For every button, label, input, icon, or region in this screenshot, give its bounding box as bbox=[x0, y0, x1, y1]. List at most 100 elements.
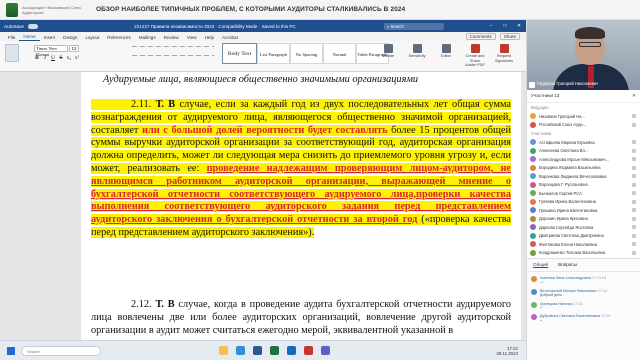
microphone-icon bbox=[383, 44, 393, 53]
chat-panel: Общий Вопросы Хмелева Нина Александровна… bbox=[527, 258, 640, 360]
microphone-muted-icon bbox=[632, 225, 636, 230]
presentation-banner: Ассоциация «Московский Союз Аудиторов» О… bbox=[0, 0, 640, 20]
participant-row[interactable]: Даркова Сергейда Ясатовна bbox=[529, 223, 638, 232]
paste-icon[interactable] bbox=[5, 44, 19, 62]
participant-row[interactable]: Александрова Мрсын Мяксымович... bbox=[529, 155, 638, 164]
autosave-label: AutoSave bbox=[4, 23, 24, 29]
avatar bbox=[530, 113, 536, 120]
style-body-text[interactable]: Body Text bbox=[222, 43, 257, 64]
participant-row[interactable]: Дмитриева Светлана Дмитриевна bbox=[529, 232, 638, 241]
windows-start-icon[interactable] bbox=[7, 346, 15, 355]
bold-button[interactable]: B bbox=[34, 55, 40, 61]
participant-row[interactable]: Алексеева Светлана Вл... bbox=[529, 147, 638, 156]
italic-button[interactable]: I bbox=[42, 55, 48, 61]
avatar bbox=[531, 301, 537, 308]
autosave-toggle[interactable] bbox=[27, 23, 38, 29]
request-signatures-button[interactable]: Request Signatures bbox=[494, 44, 514, 68]
camera-icon bbox=[632, 114, 636, 119]
tab-chat-questions[interactable]: Вопросы bbox=[558, 262, 577, 268]
microphone-muted-icon bbox=[632, 191, 636, 196]
close-icon[interactable]: ✕ bbox=[512, 23, 526, 29]
acrobat-icon[interactable] bbox=[304, 346, 313, 355]
style-list-paragraph[interactable]: List Paragraph bbox=[257, 43, 290, 64]
document-page[interactable]: Аудируемые лица, являющиеся общественно … bbox=[81, 72, 521, 352]
camera-icon bbox=[632, 122, 636, 127]
minimize-icon[interactable]: – bbox=[484, 23, 498, 29]
avatar bbox=[530, 181, 536, 188]
document-canvas[interactable]: Аудируемые лица, являющиеся общественно … bbox=[0, 72, 526, 352]
participant-row[interactable]: Гуляева Ирина Валентиновна bbox=[529, 198, 638, 207]
file-explorer-icon[interactable] bbox=[219, 346, 228, 355]
avatar bbox=[530, 164, 536, 171]
browser-icon[interactable] bbox=[236, 346, 245, 355]
taskbar-apps bbox=[219, 346, 330, 355]
avatar bbox=[530, 224, 536, 231]
taskbar-search[interactable]: Search bbox=[21, 345, 101, 356]
format-buttons: B I U S x₂ x² bbox=[34, 55, 80, 61]
participant-row[interactable]: Бычкалов Сергей РСА bbox=[529, 189, 638, 198]
microphone-muted-icon bbox=[632, 157, 636, 162]
teams-icon[interactable] bbox=[321, 346, 330, 355]
microphone-muted-icon bbox=[632, 148, 636, 153]
association-logo bbox=[6, 2, 18, 17]
microphone-icon bbox=[529, 82, 535, 88]
editor-icon bbox=[441, 44, 451, 53]
title-bar: AutoSave 221227 Правила независимости 20… bbox=[0, 20, 526, 32]
clock[interactable]: 17:22 28.11.2024 bbox=[496, 346, 518, 356]
microphone-muted-icon bbox=[632, 182, 636, 187]
avatar bbox=[530, 121, 536, 128]
avatar bbox=[530, 241, 536, 248]
superscript-button[interactable]: x² bbox=[74, 55, 80, 61]
banner-title: ОБЗОР НАИБОЛЕЕ ТИПИЧНЫХ ПРОБЛЕМ, С КОТОР… bbox=[96, 6, 406, 13]
tab-home[interactable]: Home bbox=[19, 34, 40, 41]
microphone-muted-icon bbox=[632, 242, 636, 247]
font-name-select[interactable]: Times New Roman bbox=[34, 45, 68, 57]
microphone-muted-icon bbox=[632, 233, 636, 238]
participant-row[interactable]: Российский Союз Ауди... bbox=[529, 121, 638, 130]
participant-row[interactable]: Желтикова Елена Николаевна bbox=[529, 240, 638, 249]
maximize-icon[interactable]: □ bbox=[498, 23, 512, 29]
comments-button[interactable]: Comments bbox=[465, 33, 496, 40]
underline-button[interactable]: U bbox=[50, 55, 56, 61]
participant-row[interactable]: Бородина Людмила Васильевна bbox=[529, 164, 638, 173]
taskbar: Search 17:22 28.11.2024 bbox=[0, 340, 526, 360]
participant-row[interactable]: Астафьева Марина Юрьевна bbox=[529, 138, 638, 147]
microphone-muted-icon bbox=[632, 165, 636, 170]
participant-row[interactable]: Доронин Ирина Крисовна bbox=[529, 215, 638, 224]
participant-row[interactable]: Воронцова Г. Руслановна bbox=[529, 181, 638, 190]
speaker-hair bbox=[575, 27, 605, 39]
document-title: 221227 Правила независимости 2024 · Comp… bbox=[134, 23, 296, 29]
participant-row[interactable]: Кондрашенко Татьяна Васильевна bbox=[529, 249, 638, 258]
style-normal[interactable]: Normal bbox=[323, 43, 356, 64]
banner-org-name: Ассоциация «Московский Союз Аудиторов» bbox=[22, 4, 81, 15]
chat-message: Кузнецова Наталья 17:16 + bbox=[527, 298, 640, 311]
avatar bbox=[530, 190, 536, 197]
close-panel-icon[interactable]: ✕ bbox=[632, 93, 636, 99]
participants-title: Участники bbox=[531, 93, 553, 98]
editor-button[interactable]: Editor bbox=[436, 44, 456, 68]
strikethrough-button[interactable]: S bbox=[58, 55, 64, 61]
excel-icon[interactable] bbox=[270, 346, 279, 355]
style-no-spacing[interactable]: No Spacing bbox=[290, 43, 323, 64]
sensitivity-button[interactable]: Sensitivity bbox=[407, 44, 427, 68]
speaker-name: Гордеров Григорий Николаевич bbox=[537, 81, 599, 86]
tab-chat-general[interactable]: Общий bbox=[533, 262, 549, 268]
avatar bbox=[531, 288, 537, 295]
paragraph-group[interactable] bbox=[132, 46, 214, 63]
participant-row[interactable]: Низовкин Григорий Ни... bbox=[529, 112, 638, 121]
word-icon[interactable] bbox=[253, 346, 262, 355]
participant-row[interactable]: Воронкова Людмила Вячеславовна bbox=[529, 172, 638, 181]
ribbon: Times New Roman 12 B I U S x₂ x² Body Te… bbox=[0, 41, 526, 72]
participant-row[interactable]: Гришина Ирина Валентиновна bbox=[529, 206, 638, 215]
avatar bbox=[530, 207, 536, 214]
subscript-button[interactable]: x₂ bbox=[66, 55, 72, 61]
font-size-select[interactable]: 12 bbox=[69, 45, 79, 52]
dictate-button[interactable]: Dictate bbox=[378, 44, 398, 68]
search-box[interactable]: ⌕ Search bbox=[384, 22, 444, 30]
share-button[interactable]: Share bbox=[499, 33, 520, 40]
speaker-video[interactable]: Гордеров Григорий Николаевич bbox=[527, 20, 640, 90]
microphone-muted-icon bbox=[632, 140, 636, 145]
sensitivity-icon bbox=[412, 44, 422, 53]
outlook-icon[interactable] bbox=[287, 346, 296, 355]
create-pdf-button[interactable]: Create and Share Adobe PDF bbox=[465, 44, 485, 68]
